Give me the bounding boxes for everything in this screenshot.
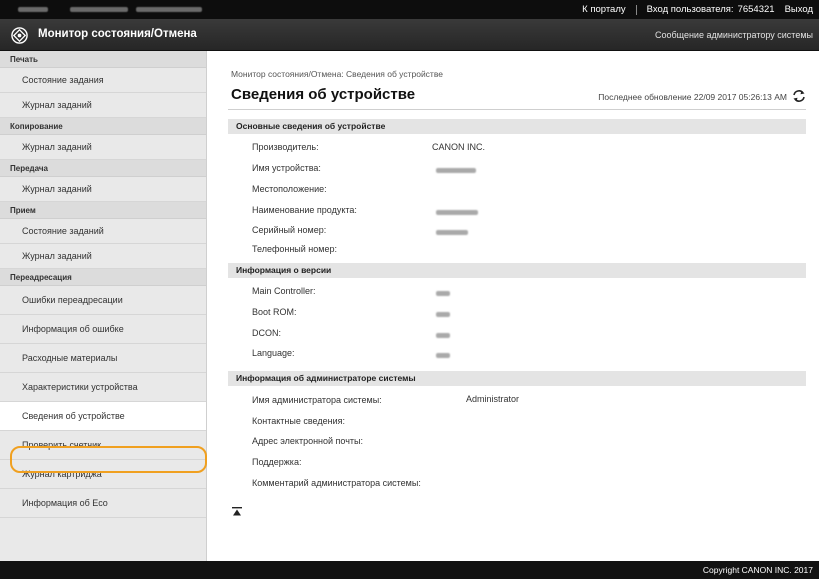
main-content: Монитор состояния/Отмена: Сведения об ус… bbox=[208, 51, 819, 561]
blurred-device-name-value bbox=[436, 168, 476, 173]
sidebar-item-consumables[interactable]: Расходные материалы bbox=[0, 344, 206, 373]
sidebar-item-check-counter[interactable]: Проверить счетчик bbox=[0, 431, 206, 460]
blurred-main-controller-value bbox=[436, 291, 450, 296]
label-admin-name: Имя администратора системы: bbox=[252, 395, 382, 405]
sidebar-item-print-job-log[interactable]: Журнал заданий bbox=[0, 93, 206, 118]
blurred-serial-number-value bbox=[436, 230, 468, 235]
canon-logo-icon bbox=[11, 27, 28, 44]
label-dcon: DCON: bbox=[252, 328, 281, 338]
label-manufacturer: Производитель: bbox=[252, 142, 319, 152]
sidebar-group-print: Печать bbox=[0, 51, 206, 68]
sidebar-item-forwarding-errors[interactable]: Ошибки переадресации bbox=[0, 286, 206, 315]
sidebar-item-cartridge-log[interactable]: Журнал картриджа bbox=[0, 460, 206, 489]
back-to-top-icon[interactable] bbox=[232, 507, 242, 517]
sidebar-group-copy: Копирование bbox=[0, 118, 206, 135]
blurred-language-value bbox=[436, 353, 450, 358]
sidebar-item-send-job-log[interactable]: Журнал заданий bbox=[0, 177, 206, 202]
label-serial-number: Серийный номер: bbox=[252, 225, 327, 235]
divider bbox=[228, 109, 806, 110]
value-manufacturer: CANON INC. bbox=[432, 142, 486, 152]
page-title: Сведения об устройстве bbox=[231, 86, 416, 103]
section-admin-info-header: Информация об администраторе системы bbox=[228, 371, 806, 386]
top-bar: К порталу Вход пользователя: 7654321 Вых… bbox=[0, 0, 819, 19]
logout-link[interactable]: Выход bbox=[785, 4, 813, 15]
label-boot-rom: Boot ROM: bbox=[252, 307, 297, 317]
label-support: Поддержка: bbox=[252, 457, 302, 467]
blurred-product-name-value bbox=[436, 210, 478, 215]
value-admin-name: Administrator bbox=[466, 394, 520, 404]
sidebar-item-print-job-status[interactable]: Состояние задания bbox=[0, 68, 206, 93]
label-email-address: Адрес электронной почты: bbox=[252, 436, 364, 446]
label-contact-info: Контактные сведения: bbox=[252, 416, 345, 426]
sidebar-item-copy-job-log[interactable]: Журнал заданий bbox=[0, 135, 206, 160]
last-update-timestamp: Последнее обновление 22/09 2017 05:26:13… bbox=[598, 92, 787, 102]
label-phone-number: Телефонный номер: bbox=[252, 244, 337, 254]
sidebar-group-send: Передача bbox=[0, 160, 206, 177]
title-bar: Монитор состояния/Отмена Сообщение админ… bbox=[0, 19, 819, 51]
sidebar-item-receive-job-status[interactable]: Состояние заданий bbox=[0, 219, 206, 244]
blurred-device-name bbox=[70, 7, 128, 12]
section-version-info-header: Информация о версии bbox=[228, 263, 806, 278]
divider bbox=[635, 4, 637, 15]
footer: Copyright CANON INC. 2017 bbox=[0, 561, 819, 579]
section-basic-info-header: Основные сведения об устройстве bbox=[228, 119, 806, 134]
sidebar-item-eco-info[interactable]: Информация об Eco bbox=[0, 489, 206, 518]
portal-link[interactable]: К порталу bbox=[582, 4, 626, 15]
sidebar-item-device-features[interactable]: Характеристики устройства bbox=[0, 373, 206, 402]
label-location: Местоположение: bbox=[252, 184, 327, 194]
sidebar: Печать Состояние задания Журнал заданий … bbox=[0, 51, 207, 561]
sidebar-item-device-info[interactable]: Сведения об устройстве bbox=[0, 402, 206, 431]
label-main-controller: Main Controller: bbox=[252, 286, 316, 296]
app-title: Монитор состояния/Отмена bbox=[38, 28, 197, 40]
blurred-device-address bbox=[18, 7, 48, 12]
label-admin-comment: Комментарий администратора системы: bbox=[252, 478, 421, 488]
refresh-icon[interactable] bbox=[791, 88, 807, 104]
label-device-name: Имя устройства: bbox=[252, 163, 321, 173]
label-language: Language: bbox=[252, 348, 295, 358]
blurred-boot-rom-value bbox=[436, 312, 450, 317]
admin-message-link[interactable]: Сообщение администратору системы bbox=[655, 30, 813, 40]
blurred-dcon-value bbox=[436, 333, 450, 338]
copyright-text: Copyright CANON INC. 2017 bbox=[702, 565, 813, 575]
label-product-name: Наименование продукта: bbox=[252, 205, 357, 215]
sidebar-item-error-info[interactable]: Информация об ошибке bbox=[0, 315, 206, 344]
blurred-device-model bbox=[136, 7, 202, 12]
sidebar-group-receive: Прием bbox=[0, 202, 206, 219]
sidebar-group-forwarding: Переадресация bbox=[0, 269, 206, 286]
login-user: 7654321 bbox=[737, 4, 775, 15]
breadcrumb: Монитор состояния/Отмена: Сведения об ус… bbox=[231, 69, 443, 79]
sidebar-item-receive-job-log[interactable]: Журнал заданий bbox=[0, 244, 206, 269]
login-label: Вход пользователя: bbox=[646, 4, 734, 15]
